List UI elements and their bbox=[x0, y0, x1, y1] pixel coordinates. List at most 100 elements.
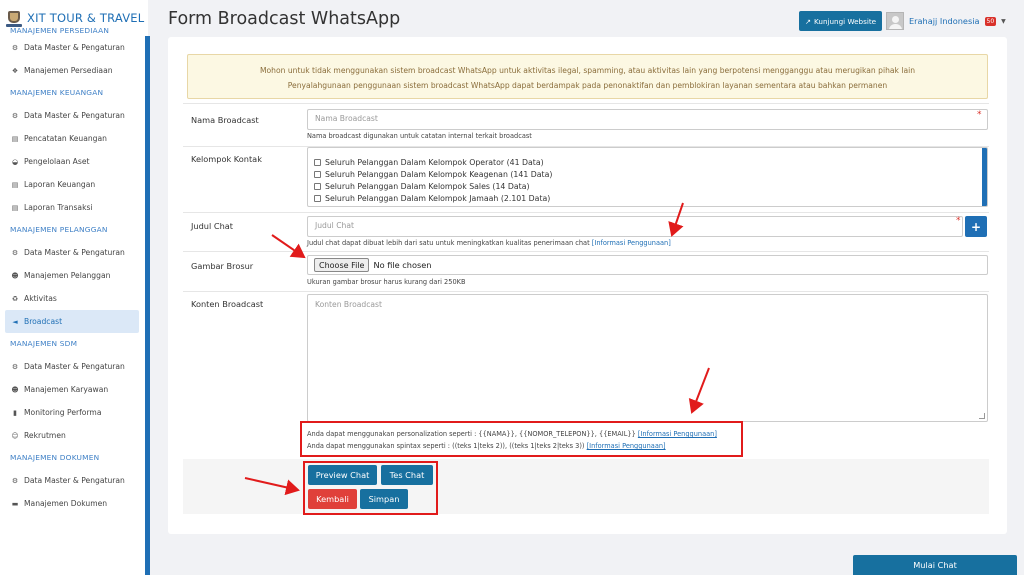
add-judul-button[interactable]: + bbox=[965, 216, 987, 237]
divider bbox=[183, 103, 989, 104]
sidebar-item[interactable]: ⚙ Data Master & Pengaturan bbox=[0, 104, 145, 127]
external-link-icon: ↗ bbox=[805, 16, 812, 26]
konten-broadcast-textarea[interactable]: Konten Broadcast bbox=[307, 294, 988, 422]
mulai-chat-button[interactable]: Mulai Chat bbox=[853, 555, 1017, 575]
sidebar-item-label: Data Master & Pengaturan bbox=[24, 476, 125, 485]
kelompok-option[interactable]: Seluruh Pelanggan Dalam Kelompok Adminis… bbox=[308, 204, 987, 207]
checkbox[interactable] bbox=[314, 194, 321, 202]
sidebar-section-title: MANAJEMEN PELANGGAN bbox=[10, 225, 108, 234]
kelompok-option[interactable]: Seluruh Pelanggan Dalam Kelompok Sales (… bbox=[308, 180, 987, 192]
user-name: Erahajj Indonesia bbox=[909, 16, 980, 26]
judul-chat-label: Judul Chat bbox=[191, 221, 234, 231]
sidebar-item[interactable]: ⚙ Data Master & Pengaturan bbox=[0, 36, 145, 59]
sidebar-item-label: Manajemen Dokumen bbox=[24, 499, 108, 508]
sidebar-item[interactable]: ♻ Aktivitas bbox=[0, 287, 145, 310]
visit-website-label: Kunjungi Website bbox=[814, 16, 877, 26]
money-icon: ▤ bbox=[11, 134, 19, 143]
sidebar-item-label: Pengelolaan Aset bbox=[24, 157, 90, 166]
sidebar-section-title: MANAJEMEN KEUANGAN bbox=[10, 88, 104, 97]
sidebar-item-label: Data Master & Pengaturan bbox=[24, 43, 125, 52]
sidebar-item-label: Rekrutmen bbox=[24, 431, 66, 440]
sidebar-item-label: Data Master & Pengaturan bbox=[24, 362, 125, 371]
sidebar-item[interactable]: ☻ Manajemen Karyawan bbox=[0, 378, 145, 401]
list-scrollbar[interactable] bbox=[982, 148, 987, 206]
sidebar-item[interactable]: ▬ Manajemen Dokumen bbox=[0, 492, 145, 515]
nama-broadcast-help: Nama broadcast digunakan untuk catatan i… bbox=[307, 132, 532, 140]
kelompok-option-label: Seluruh Pelanggan Dalam Kelompok Jamaah … bbox=[325, 193, 551, 203]
bullhorn-icon: ◄ bbox=[12, 317, 18, 326]
kelompok-option[interactable]: Seluruh Pelanggan Dalam Kelompok Jamaah … bbox=[308, 192, 987, 204]
judul-chat-input[interactable]: Judul Chat bbox=[307, 216, 963, 237]
kelompok-kontak-list[interactable]: Seluruh Pelanggan Dalam Kelompok Operato… bbox=[307, 147, 988, 207]
sidebar-item-label: Data Master & Pengaturan bbox=[24, 111, 125, 120]
notification-badge: 50 bbox=[984, 16, 997, 26]
divider bbox=[183, 291, 989, 292]
judul-info-link[interactable]: [Informasi Penggunaan] bbox=[592, 239, 671, 247]
divider bbox=[183, 212, 989, 213]
kelompok-option-label: Seluruh Pelanggan Dalam Kelompok Sales (… bbox=[325, 181, 530, 191]
cogs-icon: ⚙ bbox=[11, 362, 19, 371]
cogs-icon: ⚙ bbox=[11, 248, 19, 257]
users-icon: ☻ bbox=[11, 385, 19, 394]
cubes-icon: ❖ bbox=[11, 66, 19, 75]
divider bbox=[183, 251, 989, 252]
nama-broadcast-input[interactable]: Nama Broadcast bbox=[307, 109, 988, 130]
sidebar-item[interactable]: ⚙ Data Master & Pengaturan bbox=[0, 355, 145, 378]
checkbox[interactable] bbox=[314, 158, 321, 166]
kelompok-kontak-label: Kelompok Kontak bbox=[191, 154, 262, 164]
sidebar-item-label: Laporan Keuangan bbox=[24, 180, 96, 189]
sidebar-item[interactable]: ◒ Pengelolaan Aset bbox=[0, 150, 145, 173]
resize-handle-icon[interactable] bbox=[979, 413, 985, 419]
sidebar-item[interactable]: ▤ Pencatatan Keuangan bbox=[0, 127, 145, 150]
avatar bbox=[886, 12, 904, 30]
sidebar-item-label: Laporan Transaksi bbox=[24, 203, 93, 212]
sidebar-item[interactable]: ▮ Monitoring Performa bbox=[0, 401, 145, 424]
book-icon: ▮ bbox=[13, 408, 17, 417]
kelompok-option[interactable]: Seluruh Pelanggan Dalam Kelompok Keagena… bbox=[308, 168, 987, 180]
annotation-box-buttons bbox=[303, 461, 438, 515]
choose-file-button[interactable]: Choose File bbox=[314, 258, 370, 272]
sidebar-item[interactable]: ⚙ Data Master & Pengaturan bbox=[0, 241, 145, 264]
konten-broadcast-label: Konten Broadcast bbox=[191, 299, 264, 309]
sidebar-nav: MANAJEMEN PERSEDIAAN ⚙ Data Master & Penga… bbox=[0, 26, 145, 515]
folder-icon: ▬ bbox=[11, 499, 19, 508]
file-status-text: No file chosen bbox=[373, 260, 432, 270]
cogs-icon: ⚙ bbox=[11, 111, 19, 120]
user-menu[interactable]: Erahajj Indonesia 50 ▼ bbox=[886, 11, 1006, 31]
kelompok-option[interactable]: Seluruh Pelanggan Dalam Kelompok Operato… bbox=[308, 156, 987, 168]
gambar-brosur-label: Gambar Brosur bbox=[191, 261, 254, 271]
sidebar-item[interactable]: ☻ Manajemen Pelanggan bbox=[0, 264, 145, 287]
sidebar-item[interactable]: ▤ Laporan Keuangan bbox=[0, 173, 145, 196]
checkbox[interactable] bbox=[314, 182, 321, 190]
sidebar-item-label: Aktivitas bbox=[24, 294, 57, 303]
checkbox[interactable] bbox=[314, 170, 321, 178]
user-plus-icon: ☺ bbox=[11, 431, 19, 440]
sidebar-item-label: Manajemen Pelanggan bbox=[24, 271, 111, 280]
sidebar-item[interactable]: ▤ Laporan Transaksi bbox=[0, 196, 145, 219]
judul-chat-help: Judul chat dapat dibuat lebih dari satu … bbox=[307, 239, 671, 247]
checkbox[interactable] bbox=[314, 207, 321, 208]
required-marker: * bbox=[977, 110, 982, 120]
sidebar-item-label: Pencatatan Keuangan bbox=[24, 134, 107, 143]
money-icon: ▤ bbox=[11, 203, 19, 212]
cogs-icon: ⚙ bbox=[11, 43, 19, 52]
sidebar-item[interactable]: ⚙ Data Master & Pengaturan bbox=[0, 469, 145, 492]
warning-alert: Mohon untuk tidak menggunakan sistem bro… bbox=[187, 54, 988, 99]
sidebar-item[interactable]: ❖ Manajemen Persediaan bbox=[0, 59, 145, 82]
recycle-icon: ♻ bbox=[11, 294, 19, 303]
sidebar-section-title: MANAJEMEN DOKUMEN bbox=[10, 453, 100, 462]
cogs-icon: ⚙ bbox=[11, 476, 19, 485]
users-icon: ☻ bbox=[11, 271, 19, 280]
visit-website-button[interactable]: ↗ Kunjungi Website bbox=[799, 11, 883, 31]
sidebar-scrollbar[interactable] bbox=[145, 36, 150, 575]
alert-line-1: Mohon untuk tidak menggunakan sistem bro… bbox=[259, 66, 916, 75]
sidebar-section-title: MANAJEMEN PERSEDIAAN bbox=[10, 26, 110, 35]
sidebar-item-label: Monitoring Performa bbox=[24, 408, 102, 417]
page-title: Form Broadcast WhatsApp bbox=[168, 9, 401, 29]
sidebar-item[interactable]: ☺ Rekrutmen bbox=[0, 424, 145, 447]
plus-icon: + bbox=[970, 219, 982, 234]
gambar-brosur-file-input[interactable]: Choose File No file chosen bbox=[307, 255, 988, 275]
required-marker: * bbox=[956, 216, 961, 226]
kelompok-option-label: Seluruh Pelanggan Dalam Kelompok Keagena… bbox=[325, 169, 553, 179]
sidebar-item[interactable]: ◄ Broadcast bbox=[5, 310, 139, 333]
